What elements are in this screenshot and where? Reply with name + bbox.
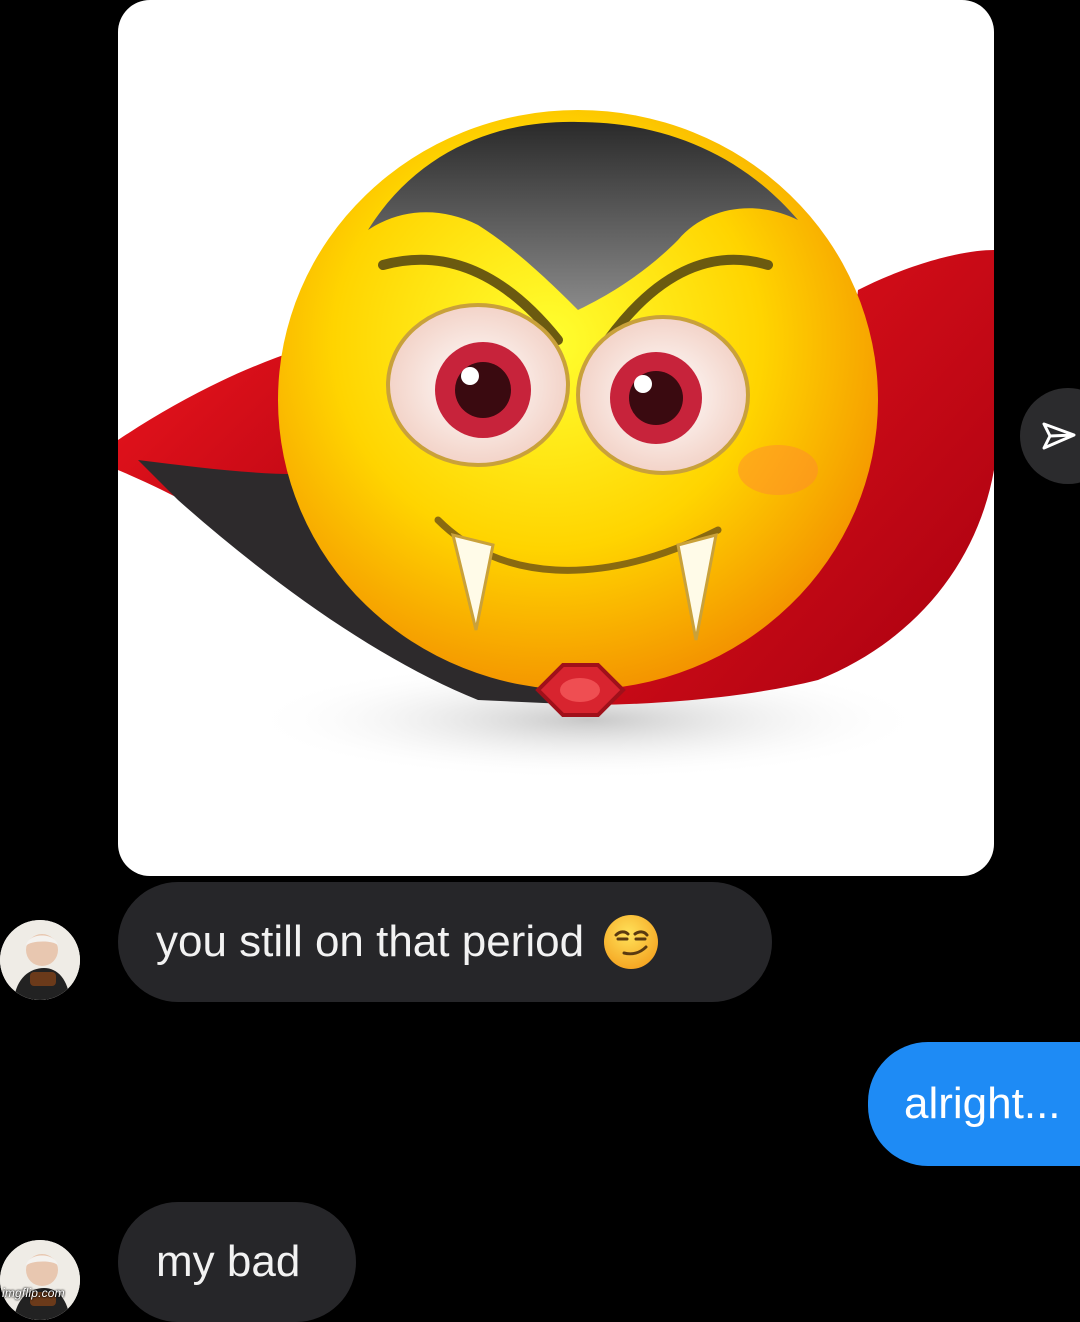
- contact-photo: [0, 1240, 80, 1320]
- message-text: you still on that period: [156, 917, 585, 966]
- paper-plane-icon: [1042, 422, 1076, 450]
- contact-photo: [0, 920, 80, 1000]
- message-thread: you still on that period alright... my b…: [0, 0, 1080, 1322]
- vampire-emoji-image: [118, 110, 994, 780]
- avatar[interactable]: [0, 1240, 80, 1320]
- incoming-message[interactable]: you still on that period: [118, 882, 772, 1002]
- smirking-face-emoji: [604, 915, 659, 969]
- outgoing-message[interactable]: alright...: [868, 1042, 1080, 1166]
- incoming-message[interactable]: my bad: [118, 1202, 356, 1322]
- watermark: imgflip.com: [2, 1286, 65, 1300]
- image-message[interactable]: [118, 0, 994, 876]
- message-text: my bad: [156, 1237, 301, 1286]
- avatar[interactable]: [0, 920, 80, 1000]
- message-text: alright...: [904, 1079, 1061, 1128]
- share-button[interactable]: [1020, 388, 1080, 484]
